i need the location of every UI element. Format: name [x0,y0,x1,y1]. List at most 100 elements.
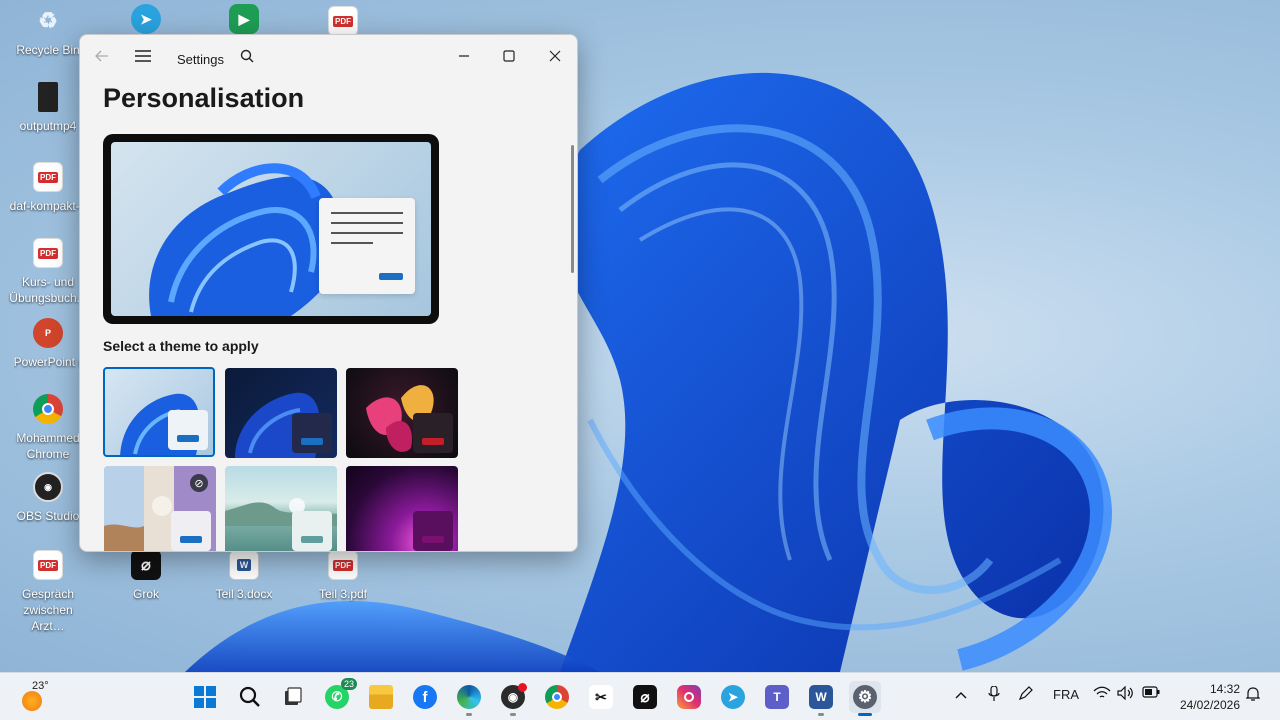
desktop-icon-teil3-pdf[interactable]: PDF Teil 3.pdf [295,550,391,602]
powerpoint-icon: P [33,318,63,348]
desktop-icon-label: daf-kompakt-n [9,199,87,213]
whatsapp-badge: 23 [340,678,357,690]
desktop-icon-label: OBS Studio [16,509,80,523]
theme-tile-glow[interactable] [346,368,458,458]
battery-icon [1142,686,1160,698]
settings-window: Settings Personalisation Select a theme … [79,34,578,552]
facebook-icon: f [413,685,437,709]
notifications-button[interactable] [1245,686,1261,705]
desktop-icon-label: PowerPoint ( [13,355,83,369]
maximize-icon [503,50,515,62]
desktop-icon-label: Teil 3.docx [215,587,273,601]
theme-glow-window [413,413,453,453]
search-button[interactable] [232,41,262,71]
weather-widget[interactable]: 23° [20,680,49,711]
back-button[interactable] [87,41,117,71]
weather-sun-icon [22,691,42,711]
pdf-badge: PDF [38,559,58,571]
telegram-icon: ➤ [131,4,161,34]
desktop-icon-label: Teil 3.pdf [318,587,368,601]
theme-light-window [168,410,208,450]
pen-icon [1018,686,1033,701]
preview-dialog [319,198,415,294]
taskbar-facebook[interactable]: f [409,681,441,713]
taskbar-chrome[interactable] [541,681,573,713]
desktop-icon-gespraech[interactable]: PDF Gespräch zwischen Arzt… [0,550,96,634]
recording-dot-icon [518,683,527,692]
desktop-icon-telegram[interactable]: ➤ [98,4,194,34]
taskbar-edge[interactable] [453,681,485,716]
desktop-icon-grok[interactable]: ⌀ Grok [98,550,194,602]
taskbar-capcut[interactable]: ✂ [585,681,617,713]
microphone-button[interactable] [988,685,1000,705]
window-title: Settings [177,52,224,67]
minimize-button[interactable] [449,41,479,71]
pdf-badge: PDF [333,559,353,571]
theme-tile-flow[interactable] [346,466,458,551]
menu-button[interactable] [128,41,158,71]
theme-tile-captured-motion[interactable]: ⊘ [104,466,216,551]
desktop-icon-game[interactable]: ▶ [196,4,292,34]
taskbar-teams[interactable]: T [761,681,793,713]
running-indicator [818,713,824,716]
desktop-icon-teil3-docx[interactable]: W Teil 3.docx [196,550,292,602]
desktop-icon-label: Recycle Bin [16,43,80,57]
back-arrow-icon [95,50,108,62]
theme-preview [103,134,439,324]
wifi-icon [1093,686,1111,698]
pen-button[interactable] [1018,685,1034,704]
taskbar-instagram[interactable] [673,681,705,713]
pdf-badge: PDF [38,171,58,183]
word-icon: W [809,685,833,709]
minimize-icon [459,55,469,57]
edge-icon [457,685,481,709]
taskbar-start[interactable] [189,681,221,713]
windows-start-icon [194,686,216,708]
instagram-icon [677,685,701,709]
taskbar-settings[interactable]: ⚙ [849,681,881,716]
running-indicator [510,713,516,716]
scrollbar[interactable] [571,145,574,273]
theme-flow-window [413,511,453,551]
spotlight-icon: ⊘ [190,474,208,492]
grok-icon: ⌀ [633,685,657,709]
section-subtitle: Select a theme to apply [103,338,259,354]
weather-temp: 23° [32,680,49,692]
running-indicator [466,713,472,716]
grok-icon: ⌀ [131,550,161,580]
desktop-icon-label: outputmp4 [19,119,77,133]
pdf-icon: PDF [33,162,63,192]
task-view-icon [285,687,302,705]
taskbar-search[interactable] [234,681,266,713]
wifi-button[interactable] [1093,686,1111,703]
theme-tile-light[interactable] [103,367,215,457]
show-hidden-icons-button[interactable] [955,687,967,702]
taskbar-word[interactable]: W [805,681,837,716]
page-title: Personalisation [103,83,305,113]
close-button[interactable] [540,41,570,71]
taskbar-whatsapp[interactable]: ✆ 23 [321,678,357,713]
maximize-button[interactable] [494,41,524,71]
pdf-icon: PDF [328,550,358,580]
obs-icon: ◉ [33,472,63,502]
pdf-icon: PDF [33,238,63,268]
taskbar-grok[interactable]: ⌀ [629,681,661,713]
pdf-icon: PDF [328,6,358,36]
taskbar-file-explorer[interactable] [365,681,397,713]
taskbar-telegram[interactable]: ➤ [717,681,749,713]
video-file-icon [38,82,58,112]
notification-bell-icon [1245,687,1261,701]
language-indicator[interactable]: FRA [1053,687,1079,702]
volume-icon [1117,685,1133,701]
clock[interactable]: 14:32 24/02/2026 [1170,681,1240,713]
taskbar-obs[interactable]: ◉ [497,681,529,716]
desktop-icon-pdf-top[interactable]: PDF [295,6,391,36]
theme-tile-dark[interactable] [225,368,337,458]
volume-button[interactable] [1117,685,1135,703]
taskbar: 23° ✆ 23 f ◉ ✂ ⌀ ➤ T W ⚙ FRA 14:32 24/02… [0,672,1280,720]
chevron-up-icon [955,692,967,699]
taskbar-task-view[interactable] [277,681,309,713]
hamburger-icon [135,50,151,62]
theme-tile-sunrise[interactable] [225,466,337,551]
battery-button[interactable] [1142,686,1160,701]
